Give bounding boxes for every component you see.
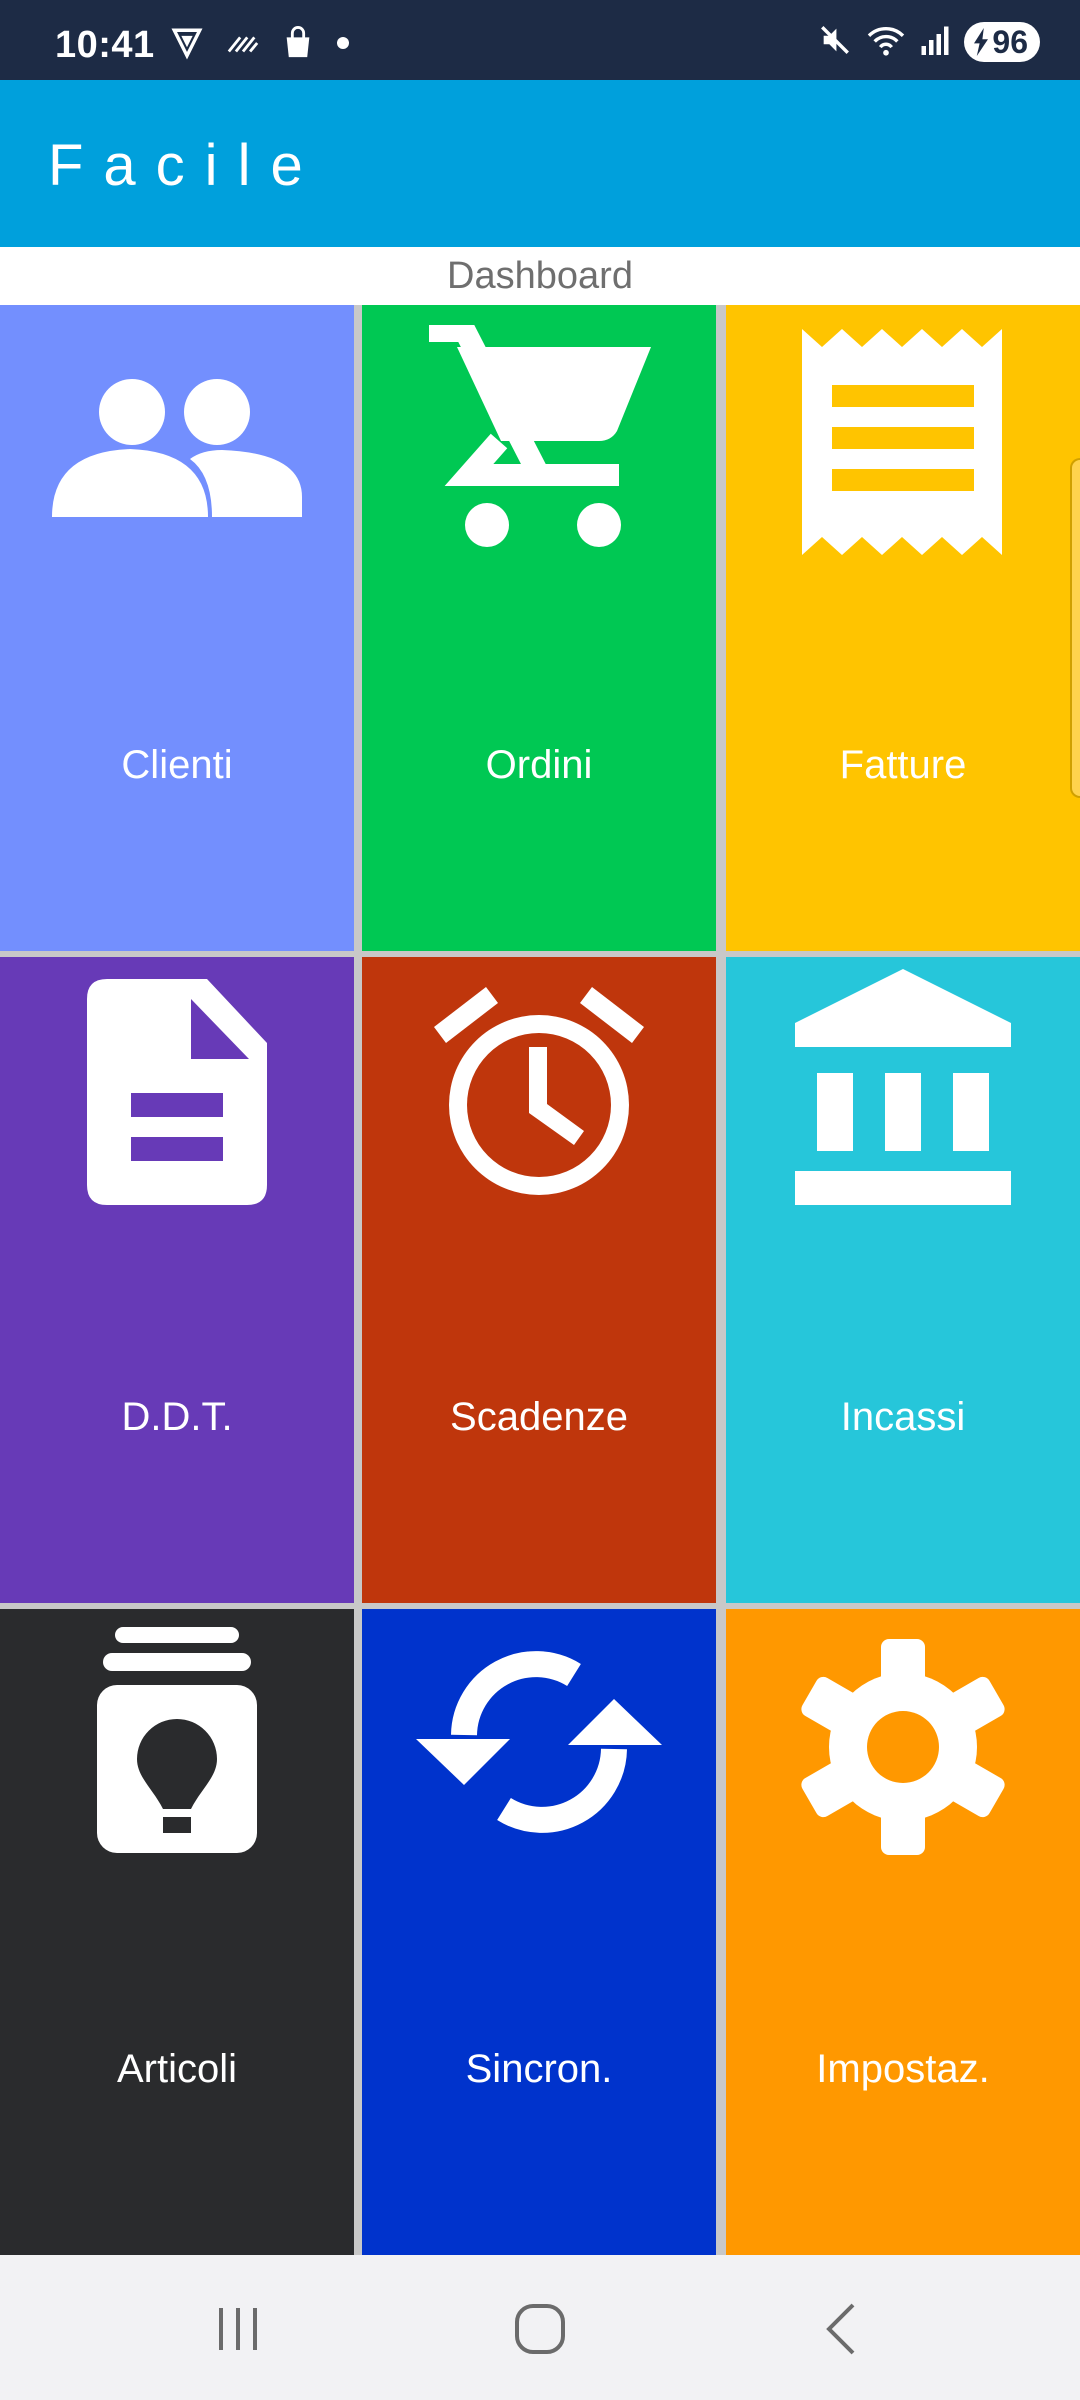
mute-icon [818,23,852,62]
alarm-clock-icon [362,977,716,1207]
cellular-signal-icon [920,25,950,60]
sync-icon [362,1649,716,1835]
receipt-icon [726,327,1080,557]
people-icon [0,357,354,517]
tile-label: Incassi [840,1395,966,1439]
notification-dot [336,36,350,55]
dashboard-grid: Clienti Ordini Fatture D.D.T. Scadenze I… [0,305,1080,2255]
shopping-bag-icon [282,26,314,65]
battery-level: 96 [992,23,1028,60]
scrollbar-thumb[interactable] [1070,458,1080,798]
wifi-icon [866,23,906,62]
tile-incassi[interactable]: Incassi [726,957,1080,1603]
tile-ddt[interactable]: D.D.T. [0,957,354,1603]
status-bar: 10:41 96 [0,0,1080,80]
app-title: Facile [48,133,323,198]
product-box-icon [0,1627,354,1853]
status-time: 10:41 [55,24,155,66]
tile-scadenze[interactable]: Scadenze [362,957,716,1603]
tile-sincron[interactable]: Sincron. [362,1609,716,2255]
tile-ordini[interactable]: Ordini [362,305,716,951]
tile-articoli[interactable]: Articoli [0,1609,354,2255]
tile-label: Sincron. [465,2047,613,2091]
recent-apps-icon[interactable] [198,2297,278,2361]
vpn-icon [170,26,204,65]
dashboard-header: Dashboard [0,247,1080,305]
back-icon[interactable] [802,2297,882,2361]
battery-indicator: 96 [964,22,1040,62]
status-left-icons [170,26,350,65]
tile-fatture[interactable]: Fatture [726,305,1080,951]
tile-label: Ordini [485,743,593,787]
tile-label: Articoli [116,2047,238,2091]
tile-label: Clienti [121,743,233,787]
system-nav-bar [0,2255,1080,2400]
signal-wave-icon [226,28,260,63]
app-bar: Facile [0,80,1080,247]
bank-icon [726,969,1080,1205]
tile-impostaz[interactable]: Impostaz. [726,1609,1080,2255]
tile-label: Scadenze [450,1395,628,1439]
tile-clienti[interactable]: Clienti [0,305,354,951]
document-icon [0,979,354,1205]
tile-label: Fatture [839,743,967,787]
tile-label: Impostaz. [816,2047,990,2091]
settings-gear-icon [726,1639,1080,1855]
home-icon[interactable] [500,2297,580,2361]
status-right-icons: 96 [818,22,1040,62]
charging-bolt-icon [974,28,989,56]
tile-label: D.D.T. [121,1395,233,1439]
shopping-cart-icon [362,325,716,555]
